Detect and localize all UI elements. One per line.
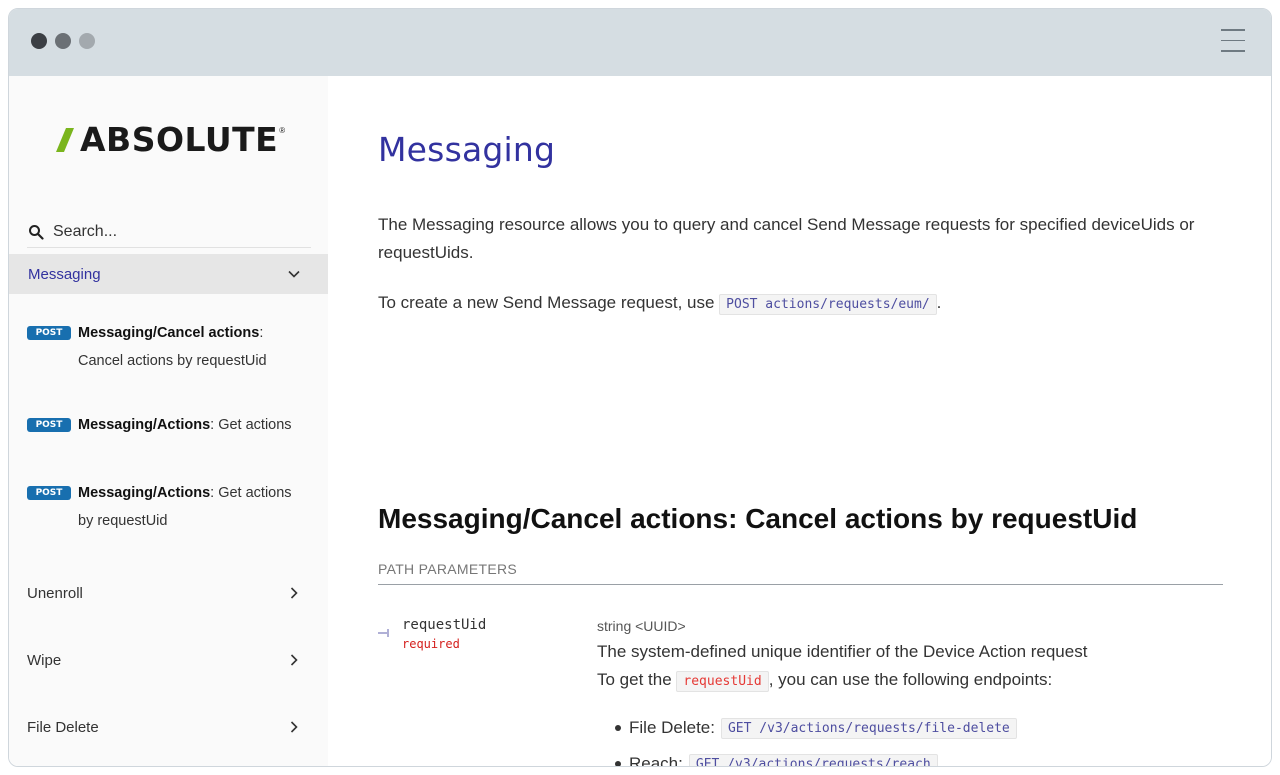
param-required-label: required [402,637,460,651]
logo-text: ABSOLUTE [80,120,279,159]
post-method-badge: POST [27,486,71,500]
window-titlebar [9,9,1271,76]
param-description: The system-defined unique identifier of … [597,642,1088,661]
param-endpoints-intro: To get the requestUid, you can use the f… [597,666,1237,696]
create-endpoint-code[interactable]: POST actions/requests/eum/ [719,294,937,315]
post-method-badge: POST [27,326,71,340]
sidebar-item-label: Wipe [27,651,62,669]
window-dot-2[interactable] [55,33,71,49]
list-item: Reach: GET /v3/actions/requests/reach [597,746,1017,766]
sidebar-op-cancel-actions[interactable]: POST Messaging/Cancel actions: Cancel ac… [9,323,328,383]
window-controls [31,33,95,49]
chevron-right-icon [290,654,298,666]
chevron-down-icon [288,270,300,278]
param-connector-icon [378,629,389,637]
endpoint-code[interactable]: GET /v3/actions/requests/file-delete [720,717,1017,739]
logo-registered-mark: ® [279,126,286,135]
sidebar-item-wipe[interactable]: Wipe [9,640,328,680]
chevron-right-icon [290,721,298,733]
requestuid-code[interactable]: requestUid [676,671,769,692]
path-parameters-header: PATH PARAMETERS [378,561,1223,585]
chevron-right-icon [290,587,298,599]
sidebar-item-file-delete[interactable]: File Delete [9,707,328,747]
browser-window: ABSOLUTE ® Messaging POST Messaging/Canc… [8,8,1272,767]
search-input[interactable] [53,222,293,241]
sidebar-op-label: Messaging/Cancel actions: Cancel actions… [78,325,267,369]
endpoint-code[interactable]: GET /v3/actions/requests/reach [688,753,938,766]
sidebar-item-label: File Delete [27,718,99,736]
intro-paragraph: The Messaging resource allows you to que… [378,215,1195,262]
endpoint-list: File Delete: GET /v3/actions/requests/fi… [597,710,1017,766]
param-name: requestUid [402,617,487,633]
sidebar-op-get-actions-by-requestuid[interactable]: POST Messaging/Actions: Get actions by r… [9,483,328,543]
sidebar-group-label: Messaging [28,265,101,283]
sidebar-group-messaging[interactable]: Messaging [9,254,328,294]
main-content: Messaging The Messaging resource allows … [328,76,1271,766]
sidebar-op-label: Messaging/Actions: Get actions by reques… [78,485,292,529]
param-type: string <UUID> [597,618,686,634]
search-box [27,216,311,248]
sidebar-item-unenroll[interactable]: Unenroll [9,573,328,613]
logo-slash-icon [56,128,74,152]
search-icon [29,224,44,240]
sidebar: ABSOLUTE ® Messaging POST Messaging/Canc… [9,76,328,766]
sidebar-op-get-actions[interactable]: POST Messaging/Actions: Get actions [9,415,328,445]
window-dot-3[interactable] [79,33,95,49]
window-dot-1[interactable] [31,33,47,49]
sidebar-item-label: Unenroll [27,584,83,602]
list-item: File Delete: GET /v3/actions/requests/fi… [597,710,1017,746]
post-method-badge: POST [27,418,71,432]
create-request-paragraph: To create a new Send Message request, us… [378,289,1238,319]
absolute-logo[interactable]: ABSOLUTE ® [54,120,285,160]
operation-heading[interactable]: Messaging/Cancel actions: Cancel actions… [378,503,1137,535]
sidebar-op-label: Messaging/Actions: Get actions [78,417,292,433]
page-title: Messaging [378,130,556,169]
hamburger-menu-icon[interactable] [1221,29,1245,53]
